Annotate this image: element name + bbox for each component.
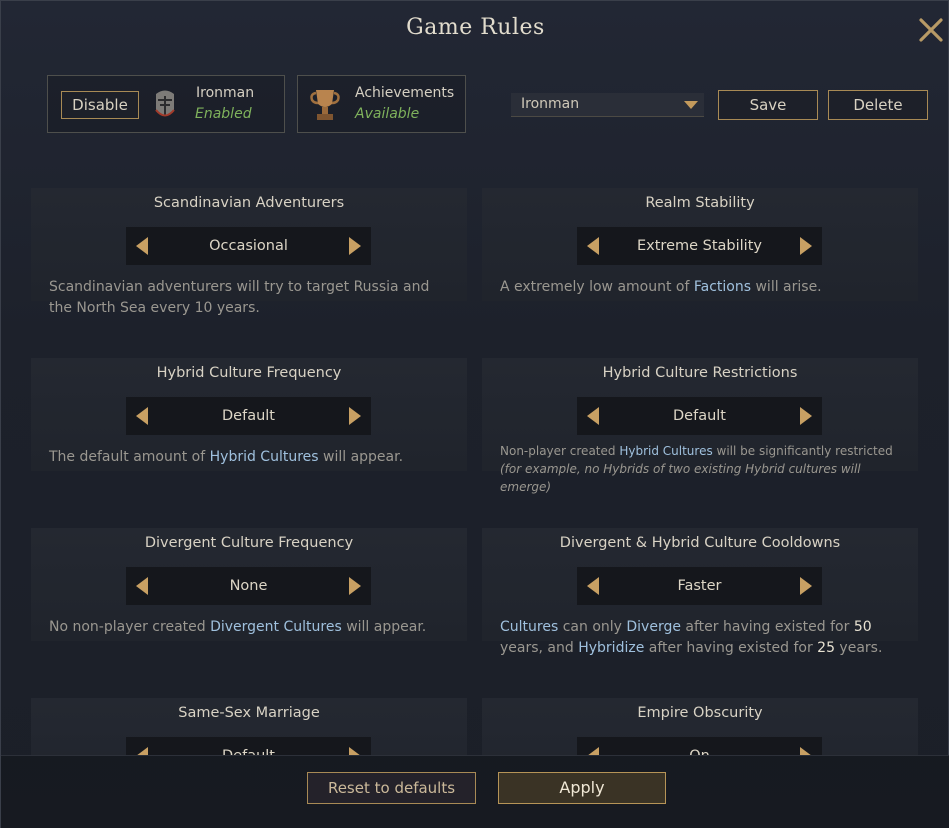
ironman-panel: Disable Ironman Enabled bbox=[47, 75, 285, 133]
rule-title: Hybrid Culture Restrictions bbox=[602, 365, 798, 381]
option-value: Extreme Stability bbox=[637, 238, 762, 254]
option-selector: Default bbox=[126, 397, 371, 435]
save-preset-button[interactable]: Save bbox=[718, 90, 818, 120]
arrow-left-icon[interactable] bbox=[583, 575, 605, 597]
rules-list[interactable]: Scandinavian Adventurers Occasional Scan… bbox=[1, 151, 949, 755]
arrow-right-icon[interactable] bbox=[794, 235, 816, 257]
rule-description: Non-player created Hybrid Cultures will … bbox=[500, 444, 893, 494]
preset-dropdown[interactable]: Ironman bbox=[511, 93, 704, 117]
arrow-left-icon[interactable] bbox=[583, 405, 605, 427]
hybrid-cultures-link[interactable]: Hybrid Cultures bbox=[619, 444, 712, 458]
rule-description: The default amount of Hybrid Cultures wi… bbox=[49, 449, 404, 465]
option-value: Faster bbox=[677, 578, 722, 594]
arrow-right-icon[interactable] bbox=[794, 405, 816, 427]
rule-hybrid-culture-frequency: Hybrid Culture Frequency Default The def… bbox=[31, 321, 467, 471]
option-value: Occasional bbox=[209, 238, 288, 254]
factions-link[interactable]: Factions bbox=[694, 279, 751, 295]
chevron-down-icon bbox=[684, 101, 698, 109]
rule-same-sex-marriage: Same-Sex Marriage Default bbox=[31, 661, 467, 755]
rule-description: Cultures can only Diverge after having e… bbox=[500, 619, 883, 656]
option-selector: Default bbox=[577, 397, 822, 435]
close-icon[interactable] bbox=[916, 15, 946, 45]
reset-to-defaults-button[interactable]: Reset to defaults bbox=[307, 772, 476, 804]
option-selector: On bbox=[577, 737, 822, 755]
diverge-link[interactable]: Diverge bbox=[626, 619, 681, 635]
divergent-cultures-link[interactable]: Divergent Cultures bbox=[210, 619, 342, 635]
arrow-right-icon[interactable] bbox=[343, 745, 365, 755]
rule-title: Hybrid Culture Frequency bbox=[156, 365, 342, 381]
arrow-left-icon[interactable] bbox=[132, 575, 154, 597]
option-selector: Occasional bbox=[126, 227, 371, 265]
helmet-icon bbox=[152, 88, 178, 122]
trophy-icon bbox=[308, 86, 342, 124]
arrow-right-icon[interactable] bbox=[343, 575, 365, 597]
ironman-label: Ironman bbox=[196, 85, 255, 101]
rule-description: Scandinavian adventurers will try to tar… bbox=[49, 279, 430, 316]
option-selector: Extreme Stability bbox=[577, 227, 822, 265]
arrow-right-icon[interactable] bbox=[343, 235, 365, 257]
achievements-status: Available bbox=[355, 106, 420, 122]
window-title: Game Rules bbox=[406, 15, 545, 40]
arrow-left-icon[interactable] bbox=[132, 745, 154, 755]
hybridize-link[interactable]: Hybridize bbox=[578, 640, 644, 656]
rule-title: Empire Obscurity bbox=[637, 705, 763, 721]
preset-dropdown-value: Ironman bbox=[521, 96, 580, 112]
rule-title: Scandinavian Adventurers bbox=[153, 195, 345, 211]
rule-hybrid-culture-restrictions: Hybrid Culture Restrictions Default Non-… bbox=[482, 321, 918, 494]
bottom-action-bar: Reset to defaults Apply bbox=[1, 755, 949, 828]
rule-divergent-culture-frequency: Divergent Culture Frequency None No non-… bbox=[31, 491, 467, 641]
rule-realm-stability: Realm Stability Extreme Stability A extr… bbox=[482, 151, 918, 301]
option-selector: Faster bbox=[577, 567, 822, 605]
cultures-link[interactable]: Cultures bbox=[500, 619, 558, 635]
rule-title: Same-Sex Marriage bbox=[178, 705, 320, 721]
hybrid-cultures-link[interactable]: Hybrid Cultures bbox=[210, 449, 319, 465]
option-value: Default bbox=[156, 737, 341, 755]
achievements-label: Achievements bbox=[355, 85, 455, 101]
option-value: Default bbox=[673, 408, 726, 424]
disable-ironman-button[interactable]: Disable bbox=[61, 91, 139, 119]
game-rules-window: Game Rules Disable Ironman Enabled Achie… bbox=[0, 0, 949, 828]
arrow-left-icon[interactable] bbox=[132, 235, 154, 257]
rule-description: A extremely low amount of Factions will … bbox=[500, 279, 822, 295]
option-value: On bbox=[607, 737, 792, 755]
rule-title: Realm Stability bbox=[645, 195, 755, 211]
rule-culture-cooldowns: Divergent & Hybrid Culture Cooldowns Fas… bbox=[482, 491, 918, 656]
rule-title: Divergent Culture Frequency bbox=[144, 535, 354, 551]
achievements-panel: Achievements Available bbox=[297, 75, 466, 133]
option-value: None bbox=[229, 578, 268, 594]
option-value: Default bbox=[222, 408, 275, 424]
arrow-left-icon[interactable] bbox=[132, 405, 154, 427]
apply-button[interactable]: Apply bbox=[498, 772, 666, 804]
option-selector: None bbox=[126, 567, 371, 605]
arrow-right-icon[interactable] bbox=[794, 745, 816, 755]
ironman-status: Enabled bbox=[195, 106, 252, 122]
rule-empire-obscurity: Empire Obscurity On bbox=[482, 661, 918, 755]
arrow-left-icon[interactable] bbox=[583, 235, 605, 257]
arrow-right-icon[interactable] bbox=[794, 575, 816, 597]
arrow-left-icon[interactable] bbox=[583, 745, 605, 755]
rule-description: No non-player created Divergent Cultures… bbox=[49, 619, 427, 635]
option-selector: Default bbox=[126, 737, 371, 755]
rule-scandinavian-adventurers: Scandinavian Adventurers Occasional Scan… bbox=[31, 151, 467, 316]
arrow-right-icon[interactable] bbox=[343, 405, 365, 427]
ironman-toolbar: Disable Ironman Enabled Achievements Ava… bbox=[47, 75, 928, 133]
rule-title: Divergent & Hybrid Culture Cooldowns bbox=[559, 535, 841, 551]
delete-preset-button[interactable]: Delete bbox=[828, 90, 928, 120]
